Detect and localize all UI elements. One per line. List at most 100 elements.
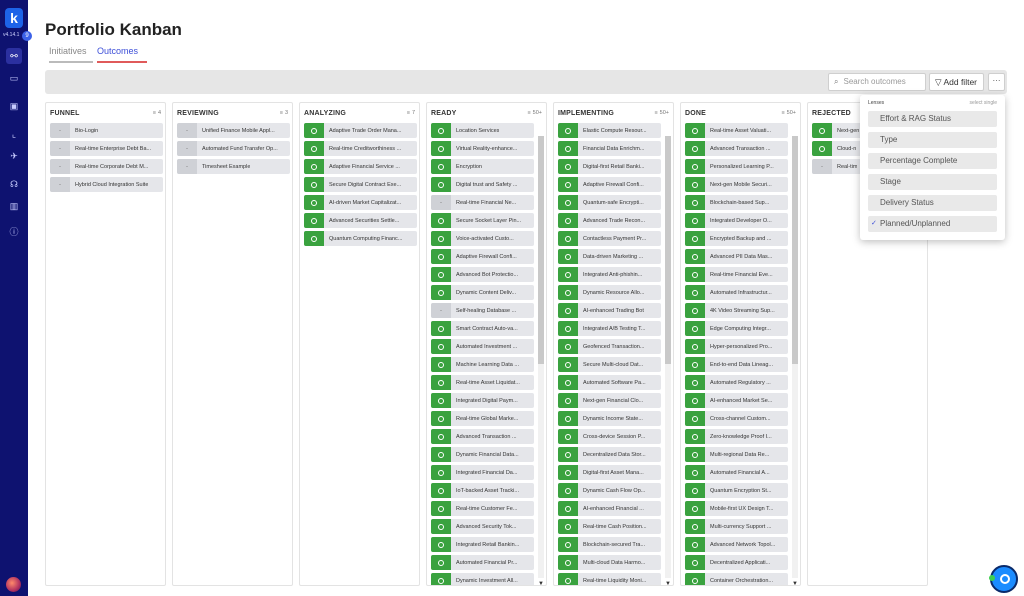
outcome-card[interactable]: Adaptive Firewall Confi... <box>431 249 534 264</box>
outcome-card[interactable]: Real-time Liquidity Moni... <box>558 573 661 585</box>
outcome-card[interactable]: - Hybrid Cloud Integration Suite <box>50 177 163 192</box>
app-logo[interactable]: k <box>5 8 23 28</box>
outcome-card[interactable]: - Automated Fund Transfer Op... <box>177 141 290 156</box>
outcome-card[interactable]: Data-driven Marketing ... <box>558 249 661 264</box>
scrollbar-thumb[interactable] <box>538 136 544 364</box>
outcome-card[interactable]: Smart Contract Auto-va... <box>431 321 534 336</box>
outcome-card[interactable]: Container Orchestration... <box>685 573 788 585</box>
outcome-card[interactable]: Dynamic Income State... <box>558 411 661 426</box>
outcome-card[interactable]: Automated Regulatory ... <box>685 375 788 390</box>
column-scrollbar[interactable]: ▼ <box>792 136 798 585</box>
outcome-card[interactable]: 4K Video Streaming Sup... <box>685 303 788 318</box>
outcome-card[interactable]: Decentralized Data Stor... <box>558 447 661 462</box>
outcome-card[interactable]: Financial Data Enrichm... <box>558 141 661 156</box>
outcome-card[interactable]: Adaptive Trade Order Mana... <box>304 123 417 138</box>
outcome-card[interactable]: Blockchain-based Sup... <box>685 195 788 210</box>
outcome-card[interactable]: AI-enhanced Market Se... <box>685 393 788 408</box>
outcome-card[interactable]: Quantum Computing Financ... <box>304 231 417 246</box>
notification-badge[interactable]: 9 <box>22 31 32 41</box>
outcome-card[interactable]: Machine Learning Data ... <box>431 357 534 372</box>
outcome-card[interactable]: - Bio-Login <box>50 123 163 138</box>
outcome-card[interactable]: AI-enhanced Trading Bot <box>558 303 661 318</box>
outcome-card[interactable]: Virtual Reality-enhance... <box>431 141 534 156</box>
outcome-card[interactable]: Advanced Transaction ... <box>685 141 788 156</box>
outcome-card[interactable]: Advanced Securities Settle... <box>304 213 417 228</box>
outcome-card[interactable]: Automated Financial Pr... <box>431 555 534 570</box>
lens-option[interactable]: Delivery Status <box>868 195 997 211</box>
outcome-card[interactable]: Secure Socket Layer Pin... <box>431 213 534 228</box>
outcome-card[interactable]: Secure Digital Contract Exe... <box>304 177 417 192</box>
column-scrollbar[interactable]: ▼ <box>538 136 544 585</box>
outcome-card[interactable]: Secure Multi-cloud Dat... <box>558 357 661 372</box>
team-icon[interactable]: ☊ <box>6 176 22 192</box>
lens-option[interactable]: Type <box>868 132 997 148</box>
graph-icon[interactable]: ⚯ <box>6 48 22 64</box>
outcome-card[interactable]: Real-time Financial Eve... <box>685 267 788 282</box>
search-input[interactable]: ⌕ Search outcomes <box>828 73 926 91</box>
more-options-button[interactable]: ··· <box>988 73 1005 91</box>
outcome-card[interactable]: Cross-device Session P... <box>558 429 661 444</box>
outcome-card[interactable]: - Real-time Financial Ne... <box>431 195 534 210</box>
tab-initiatives[interactable]: Initiatives <box>49 46 93 63</box>
outcome-card[interactable]: Blockchain-secured Tra... <box>558 537 661 552</box>
outcome-card[interactable]: Advanced Bot Protectio... <box>431 267 534 282</box>
outcome-card[interactable]: Integrated Digital Paym... <box>431 393 534 408</box>
user-avatar[interactable] <box>6 577 21 592</box>
chat-support-button[interactable] <box>989 565 1018 593</box>
outcome-card[interactable]: Encrypted Backup and ... <box>685 231 788 246</box>
outcome-card[interactable]: - Unified Finance Mobile Appl... <box>177 123 290 138</box>
outcome-card[interactable]: Real-time Creditworthiness ... <box>304 141 417 156</box>
rocket-icon[interactable]: ✈ <box>6 148 22 164</box>
outcome-card[interactable]: Dynamic Resource Allo... <box>558 285 661 300</box>
outcome-card[interactable]: Next-gen Financial Clo... <box>558 393 661 408</box>
outcome-card[interactable]: Integrated Financial Da... <box>431 465 534 480</box>
outcome-card[interactable]: Integrated Developer O... <box>685 213 788 228</box>
outcome-card[interactable]: Voice-activated Custo... <box>431 231 534 246</box>
outcome-card[interactable]: Location Services <box>431 123 534 138</box>
outcome-card[interactable]: AI-driven Market Capitalizat... <box>304 195 417 210</box>
scroll-down-icon[interactable]: ▼ <box>792 581 798 585</box>
outcome-card[interactable]: Geofenced Transaction... <box>558 339 661 354</box>
outcome-card[interactable]: Multi-currency Support ... <box>685 519 788 534</box>
outcome-card[interactable]: Digital-first Retail Banki... <box>558 159 661 174</box>
outcome-card[interactable]: Adaptive Financial Service ... <box>304 159 417 174</box>
outcome-card[interactable]: Automated Financial A... <box>685 465 788 480</box>
outcome-card[interactable]: Dynamic Content Deliv... <box>431 285 534 300</box>
outcome-card[interactable]: Zero-knowledge Proof I... <box>685 429 788 444</box>
scroll-down-icon[interactable]: ▼ <box>665 581 671 585</box>
chart-icon[interactable]: ⌞ <box>6 126 22 142</box>
outcome-card[interactable]: Automated Investment ... <box>431 339 534 354</box>
outcome-card[interactable]: Automated Infrastructur... <box>685 285 788 300</box>
lens-option[interactable]: Percentage Complete <box>868 153 997 169</box>
outcome-card[interactable]: IoT-backed Asset Tracki... <box>431 483 534 498</box>
outcome-card[interactable]: End-to-end Data Lineag... <box>685 357 788 372</box>
outcome-card[interactable]: Real-time Cash Position... <box>558 519 661 534</box>
outcome-card[interactable]: Dynamic Cash Flow Op... <box>558 483 661 498</box>
outcome-card[interactable]: Personalized Learning P... <box>685 159 788 174</box>
outcome-card[interactable]: Decentralized Applicati... <box>685 555 788 570</box>
outcome-card[interactable]: - Self-healing Database ... <box>431 303 534 318</box>
outcome-card[interactable]: Encryption <box>431 159 534 174</box>
info-icon[interactable]: ⓘ <box>6 224 22 240</box>
outcome-card[interactable]: Advanced Transaction ... <box>431 429 534 444</box>
outcome-card[interactable]: Advanced Trade Recon... <box>558 213 661 228</box>
outcome-card[interactable]: - Real-time Corporate Debt M... <box>50 159 163 174</box>
outcome-card[interactable]: Quantum-safe Encrypti... <box>558 195 661 210</box>
outcome-card[interactable]: Cross-channel Custom... <box>685 411 788 426</box>
lens-option[interactable]: Stage <box>868 174 997 190</box>
scroll-down-icon[interactable]: ▼ <box>538 581 544 585</box>
outcome-card[interactable]: Real-time Asset Valuati... <box>685 123 788 138</box>
outcome-card[interactable]: Elastic Compute Resour... <box>558 123 661 138</box>
outcome-card[interactable]: Next-gen Mobile Securi... <box>685 177 788 192</box>
outcome-card[interactable]: Quantum Encryption St... <box>685 483 788 498</box>
outcome-card[interactable]: Contactless Payment Pr... <box>558 231 661 246</box>
briefcase-icon[interactable]: ▭ <box>6 70 22 86</box>
outcome-card[interactable]: Integrated A/B Testing T... <box>558 321 661 336</box>
outcome-card[interactable]: Mobile-first UX Design T... <box>685 501 788 516</box>
outcome-card[interactable]: Advanced PII Data Mas... <box>685 249 788 264</box>
column-scrollbar[interactable]: ▼ <box>665 136 671 585</box>
outcome-card[interactable]: Adaptive Firewall Confi... <box>558 177 661 192</box>
scrollbar-thumb[interactable] <box>665 136 671 364</box>
outcome-card[interactable]: Real-time Global Marke... <box>431 411 534 426</box>
outcome-card[interactable]: Digital trust and Safety ... <box>431 177 534 192</box>
